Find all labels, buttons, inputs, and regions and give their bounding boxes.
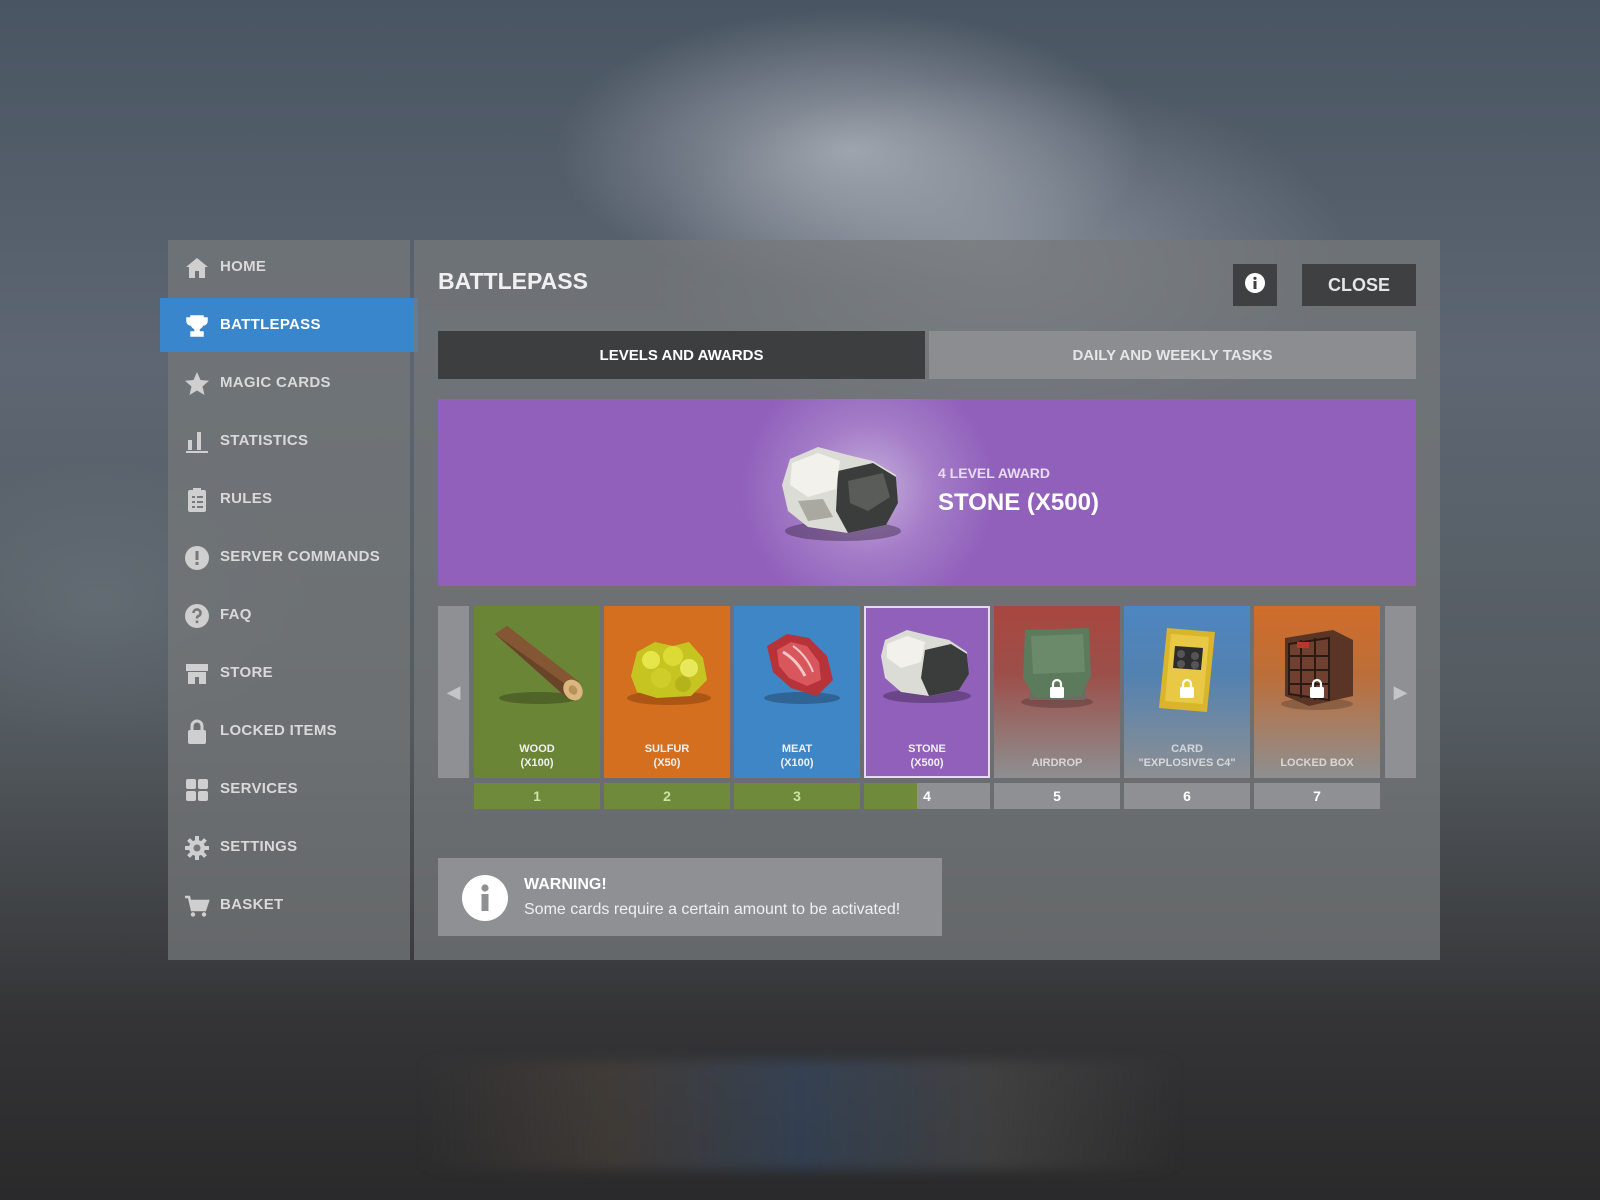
sidebar-item-locked-items[interactable]: LOCKED ITEMS xyxy=(168,704,410,758)
chevron-left-icon: ◀ xyxy=(446,681,461,702)
card-label: STONE (X500) xyxy=(908,743,946,769)
sidebar-item-label: FAQ xyxy=(220,606,252,623)
airdrop-icon xyxy=(1021,628,1093,708)
card-label: CARD "EXPLOSIVES C4" xyxy=(1138,743,1236,769)
sidebar-item-magic-cards[interactable]: MAGIC CARDS xyxy=(168,356,410,410)
sidebar-item-label: STATISTICS xyxy=(220,432,309,449)
grid-icon xyxy=(184,777,210,803)
sidebar-item-server-commands[interactable]: SERVER COMMANDS xyxy=(168,530,410,584)
lock-icon xyxy=(184,719,210,745)
lock-icon xyxy=(1180,678,1194,698)
level-indicator: 2 xyxy=(604,783,730,809)
level-indicator: 5 xyxy=(994,783,1120,809)
clipboard-icon xyxy=(184,487,210,513)
tab-levels-and-awards[interactable]: LEVELS AND AWARDS xyxy=(438,331,925,379)
warning-notice: WARNING! Some cards require a certain am… xyxy=(438,858,942,936)
c4-card-icon xyxy=(1159,628,1215,712)
main-panel: BATTLEPASS CLOSE LEVELS AND AWARDS DAILY… xyxy=(414,240,1440,960)
reward-card-stone[interactable]: STONE (X500) xyxy=(864,606,990,778)
reward-card-meat[interactable]: MEAT (X100) xyxy=(734,606,860,778)
stone-icon xyxy=(782,447,901,541)
level-number: 3 xyxy=(793,788,801,804)
level-indicator: 6 xyxy=(1124,783,1250,809)
star-icon xyxy=(184,371,210,397)
sidebar-item-store[interactable]: STORE xyxy=(168,646,410,700)
exclamation-icon xyxy=(184,545,210,571)
sidebar-item-label: RULES xyxy=(220,490,273,507)
sulfur-icon xyxy=(627,642,711,705)
level-indicator: 7 xyxy=(1254,783,1380,809)
carousel-prev-button[interactable]: ◀ xyxy=(438,606,469,778)
card-label: SULFUR (X50) xyxy=(644,743,690,769)
level-number: 5 xyxy=(1053,788,1061,804)
gear-icon xyxy=(184,835,210,861)
sidebar: HOME BATTLEPASS MAGIC CARDS STATISTICS R… xyxy=(160,240,418,960)
chevron-right-icon: ▶ xyxy=(1393,681,1408,702)
card-label: WOOD (X100) xyxy=(519,743,555,769)
store-icon xyxy=(184,661,210,687)
sidebar-item-label: SETTINGS xyxy=(220,838,298,855)
card-label: LOCKED BOX xyxy=(1280,757,1354,769)
meat-icon xyxy=(764,634,840,704)
page-title: BATTLEPASS xyxy=(438,268,588,294)
sidebar-item-label: MAGIC CARDS xyxy=(220,374,331,391)
lock-icon xyxy=(1050,678,1064,698)
sidebar-item-label: BATTLEPASS xyxy=(220,316,321,333)
level-indicator: 3 xyxy=(734,783,860,809)
sidebar-item-home[interactable]: HOME xyxy=(168,240,410,294)
sidebar-item-label: STORE xyxy=(220,664,273,681)
sidebar-item-services[interactable]: SERVICES xyxy=(168,762,410,816)
sidebar-item-rules[interactable]: RULES xyxy=(168,472,410,526)
info-icon xyxy=(1244,272,1266,299)
cart-icon xyxy=(184,893,210,919)
level-number: 4 xyxy=(923,788,931,804)
reward-card-wood[interactable]: WOOD (X100) xyxy=(474,606,600,778)
background-hotbar xyxy=(420,1060,1180,1170)
level-number: 2 xyxy=(663,788,671,804)
tab-daily-and-weekly-tasks[interactable]: DAILY AND WEEKLY TASKS xyxy=(929,331,1416,379)
level-indicator: 4 xyxy=(864,783,990,809)
info-icon xyxy=(462,875,508,921)
level-number: 1 xyxy=(533,788,541,804)
question-icon xyxy=(184,603,210,629)
lock-icon xyxy=(1310,678,1324,698)
crate-icon xyxy=(1281,630,1353,710)
bar-chart-icon xyxy=(184,429,210,455)
sidebar-item-label: SERVICES xyxy=(220,780,298,797)
award-name: STONE (X500) xyxy=(938,489,1099,516)
reward-card-airdrop[interactable]: AIRDROP xyxy=(994,606,1120,778)
level-number: 6 xyxy=(1183,788,1191,804)
stone-icon xyxy=(881,630,971,703)
card-label: MEAT (X100) xyxy=(780,743,814,769)
trophy-icon xyxy=(184,313,210,339)
sidebar-item-label: SERVER COMMANDS xyxy=(220,548,381,565)
warning-title: WARNING! xyxy=(524,876,607,893)
sidebar-item-label: HOME xyxy=(220,258,267,275)
sidebar-item-battlepass[interactable]: BATTLEPASS xyxy=(160,298,418,352)
sidebar-item-statistics[interactable]: STATISTICS xyxy=(168,414,410,468)
card-label: AIRDROP xyxy=(1031,757,1083,769)
close-button[interactable]: CLOSE xyxy=(1302,264,1416,306)
wood-icon xyxy=(495,626,583,704)
carousel-next-button[interactable]: ▶ xyxy=(1385,606,1416,778)
sidebar-item-label: BASKET xyxy=(220,896,284,913)
reward-card-explosives-c4[interactable]: CARD "EXPLOSIVES C4" xyxy=(1124,606,1250,778)
info-button[interactable] xyxy=(1233,264,1277,306)
level-number: 7 xyxy=(1313,788,1321,804)
award-banner: 4 LEVEL AWARD STONE (X500) xyxy=(438,399,1416,586)
home-icon xyxy=(184,255,210,281)
sidebar-item-settings[interactable]: SETTINGS xyxy=(168,820,410,874)
reward-card-sulfur[interactable]: SULFUR (X50) xyxy=(604,606,730,778)
sidebar-item-basket[interactable]: BASKET xyxy=(168,878,410,932)
award-level-label: 4 LEVEL AWARD xyxy=(938,465,1051,481)
warning-text: Some cards require a certain amount to b… xyxy=(524,901,901,918)
sidebar-item-faq[interactable]: FAQ xyxy=(168,588,410,642)
level-indicator: 1 xyxy=(474,783,600,809)
reward-card-locked-box[interactable]: LOCKED BOX xyxy=(1254,606,1380,778)
sidebar-item-label: LOCKED ITEMS xyxy=(220,722,337,739)
